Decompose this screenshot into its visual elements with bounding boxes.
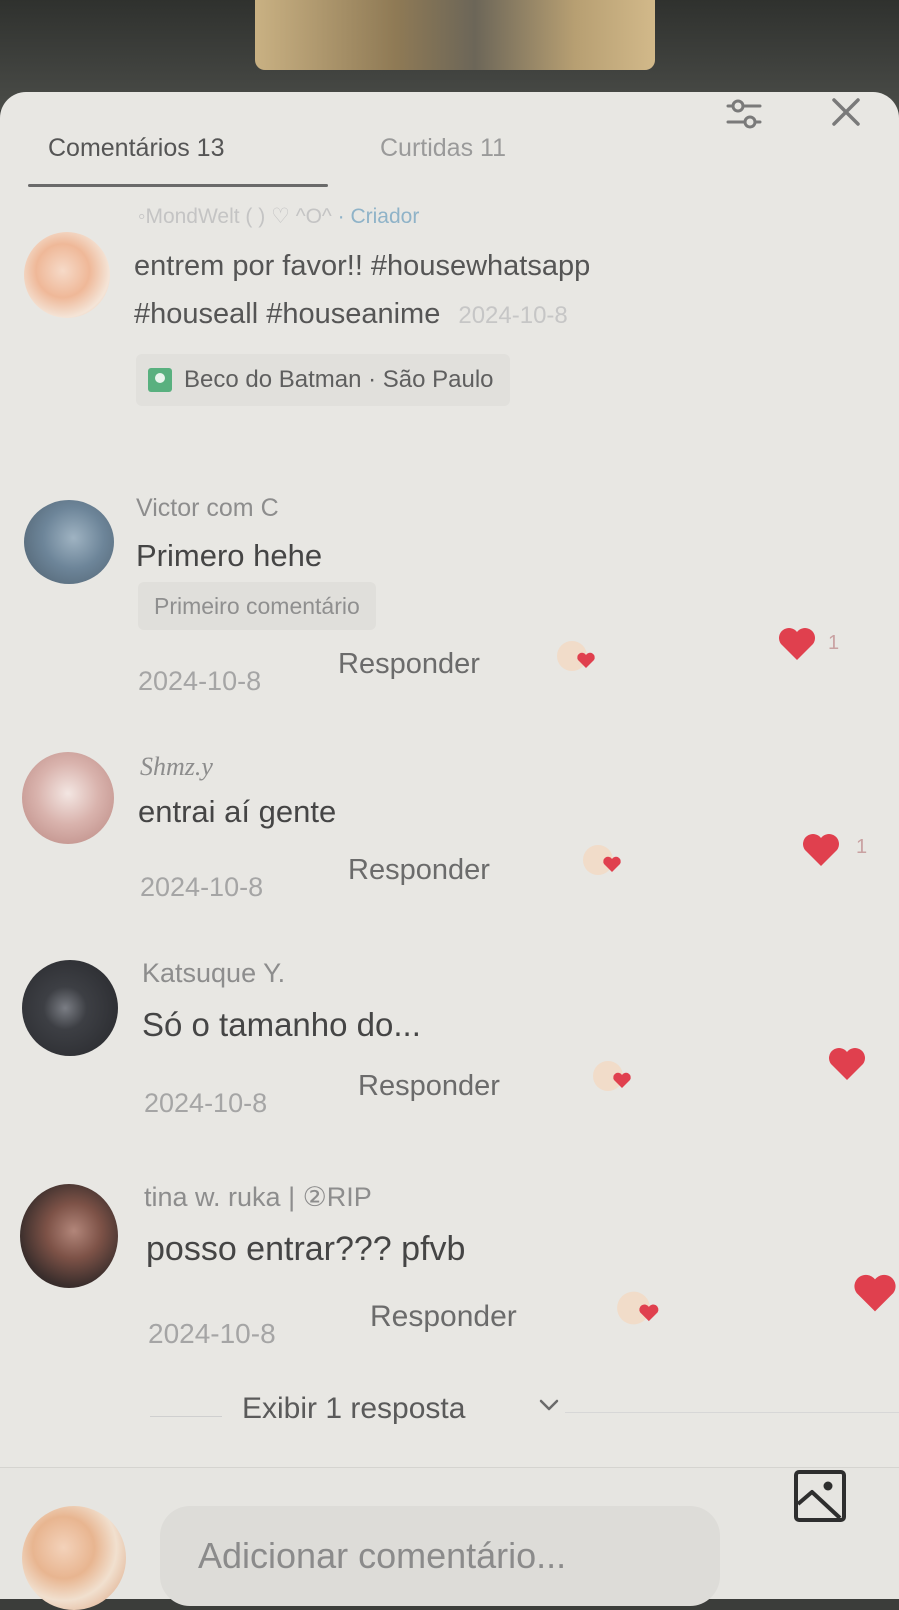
comment-date: 2024-10-8 [144, 1088, 268, 1118]
location-pin-icon [148, 368, 172, 392]
comment-text: entrai aí gente [138, 794, 337, 829]
reply-button[interactable]: Responder [338, 648, 480, 681]
first-comment-badge: Primeiro comentário [138, 582, 376, 630]
comment-username[interactable]: tina w. ruka | ②RIP [144, 1182, 372, 1213]
creator-liked-icon [557, 641, 595, 671]
tab-likes[interactable]: Curtidas 11 [380, 134, 506, 163]
show-replies-button[interactable]: Exibir 1 resposta [0, 1384, 899, 1444]
comment-date: 2024-10-8 [148, 1318, 276, 1349]
reply-button[interactable]: Responder [358, 1070, 500, 1103]
comment-username[interactable]: Katsuque Y. [142, 958, 285, 989]
comment-text: Só o tamanho do... [142, 1006, 421, 1043]
creator-liked-icon [593, 1061, 631, 1091]
comment-username[interactable]: Shmz.y [140, 752, 213, 782]
comment-input-bar [0, 1467, 899, 1610]
video-thumbnail [255, 0, 655, 70]
filter-icon[interactable] [722, 94, 766, 134]
pinned-hashtags: #houseall #houseanime [134, 298, 441, 330]
divider [150, 1416, 222, 1417]
my-avatar [22, 1506, 126, 1610]
comment-input[interactable] [160, 1506, 720, 1606]
chevron-down-icon [539, 1399, 559, 1411]
image-icon[interactable] [792, 1468, 848, 1524]
like-count: 1 [828, 632, 840, 654]
creator-label: · Criador [337, 205, 420, 228]
reply-button[interactable]: Responder [370, 1300, 517, 1334]
avatar[interactable] [22, 960, 118, 1056]
creator-liked-icon [617, 1291, 659, 1325]
creator-username[interactable]: ◦MondWelt ( ) ♡ ^O^ · Criador [138, 204, 419, 229]
pinned-text-line1: entrem por favor!! #housewhatsapp [134, 250, 591, 282]
comment-date: 2024-10-8 [138, 666, 262, 696]
show-replies-label: Exibir 1 resposta [242, 1392, 466, 1425]
location-chip[interactable]: Beco do Batman · São Paulo [136, 354, 510, 406]
close-icon[interactable] [826, 92, 866, 132]
comments-sheet: Comentários 13 Curtidas 11 ◦MondWelt ( )… [0, 92, 899, 1610]
comment-date: 2024-10-8 [140, 872, 264, 902]
active-tab-indicator [28, 184, 328, 187]
creator-avatar[interactable] [24, 232, 110, 318]
reply-button[interactable]: Responder [348, 854, 490, 887]
like-count: 1 [856, 836, 868, 858]
tab-bar: Comentários 13 Curtidas 11 [0, 92, 899, 192]
creator-liked-icon [583, 845, 621, 875]
avatar[interactable] [20, 1184, 118, 1288]
creator-name: ◦MondWelt ( ) ♡ ^O^ [138, 205, 332, 228]
tab-comments[interactable]: Comentários 13 [48, 134, 224, 163]
comment-text: posso entrar??? pfvb [146, 1230, 466, 1268]
comment-text: Primero hehe [136, 538, 323, 573]
pinned-text-line2: #houseall #houseanime 2024-10-8 [134, 298, 568, 331]
divider [565, 1412, 899, 1413]
heart-icon[interactable] [776, 624, 818, 662]
comment-username[interactable]: Victor com C [136, 494, 279, 523]
avatar[interactable] [22, 752, 114, 844]
location-label: Beco do Batman · São Paulo [184, 366, 494, 393]
heart-icon[interactable] [851, 1270, 899, 1314]
avatar[interactable] [24, 500, 114, 584]
pinned-date: 2024-10-8 [458, 302, 568, 329]
heart-icon[interactable] [800, 830, 842, 868]
heart-icon[interactable] [826, 1044, 868, 1082]
